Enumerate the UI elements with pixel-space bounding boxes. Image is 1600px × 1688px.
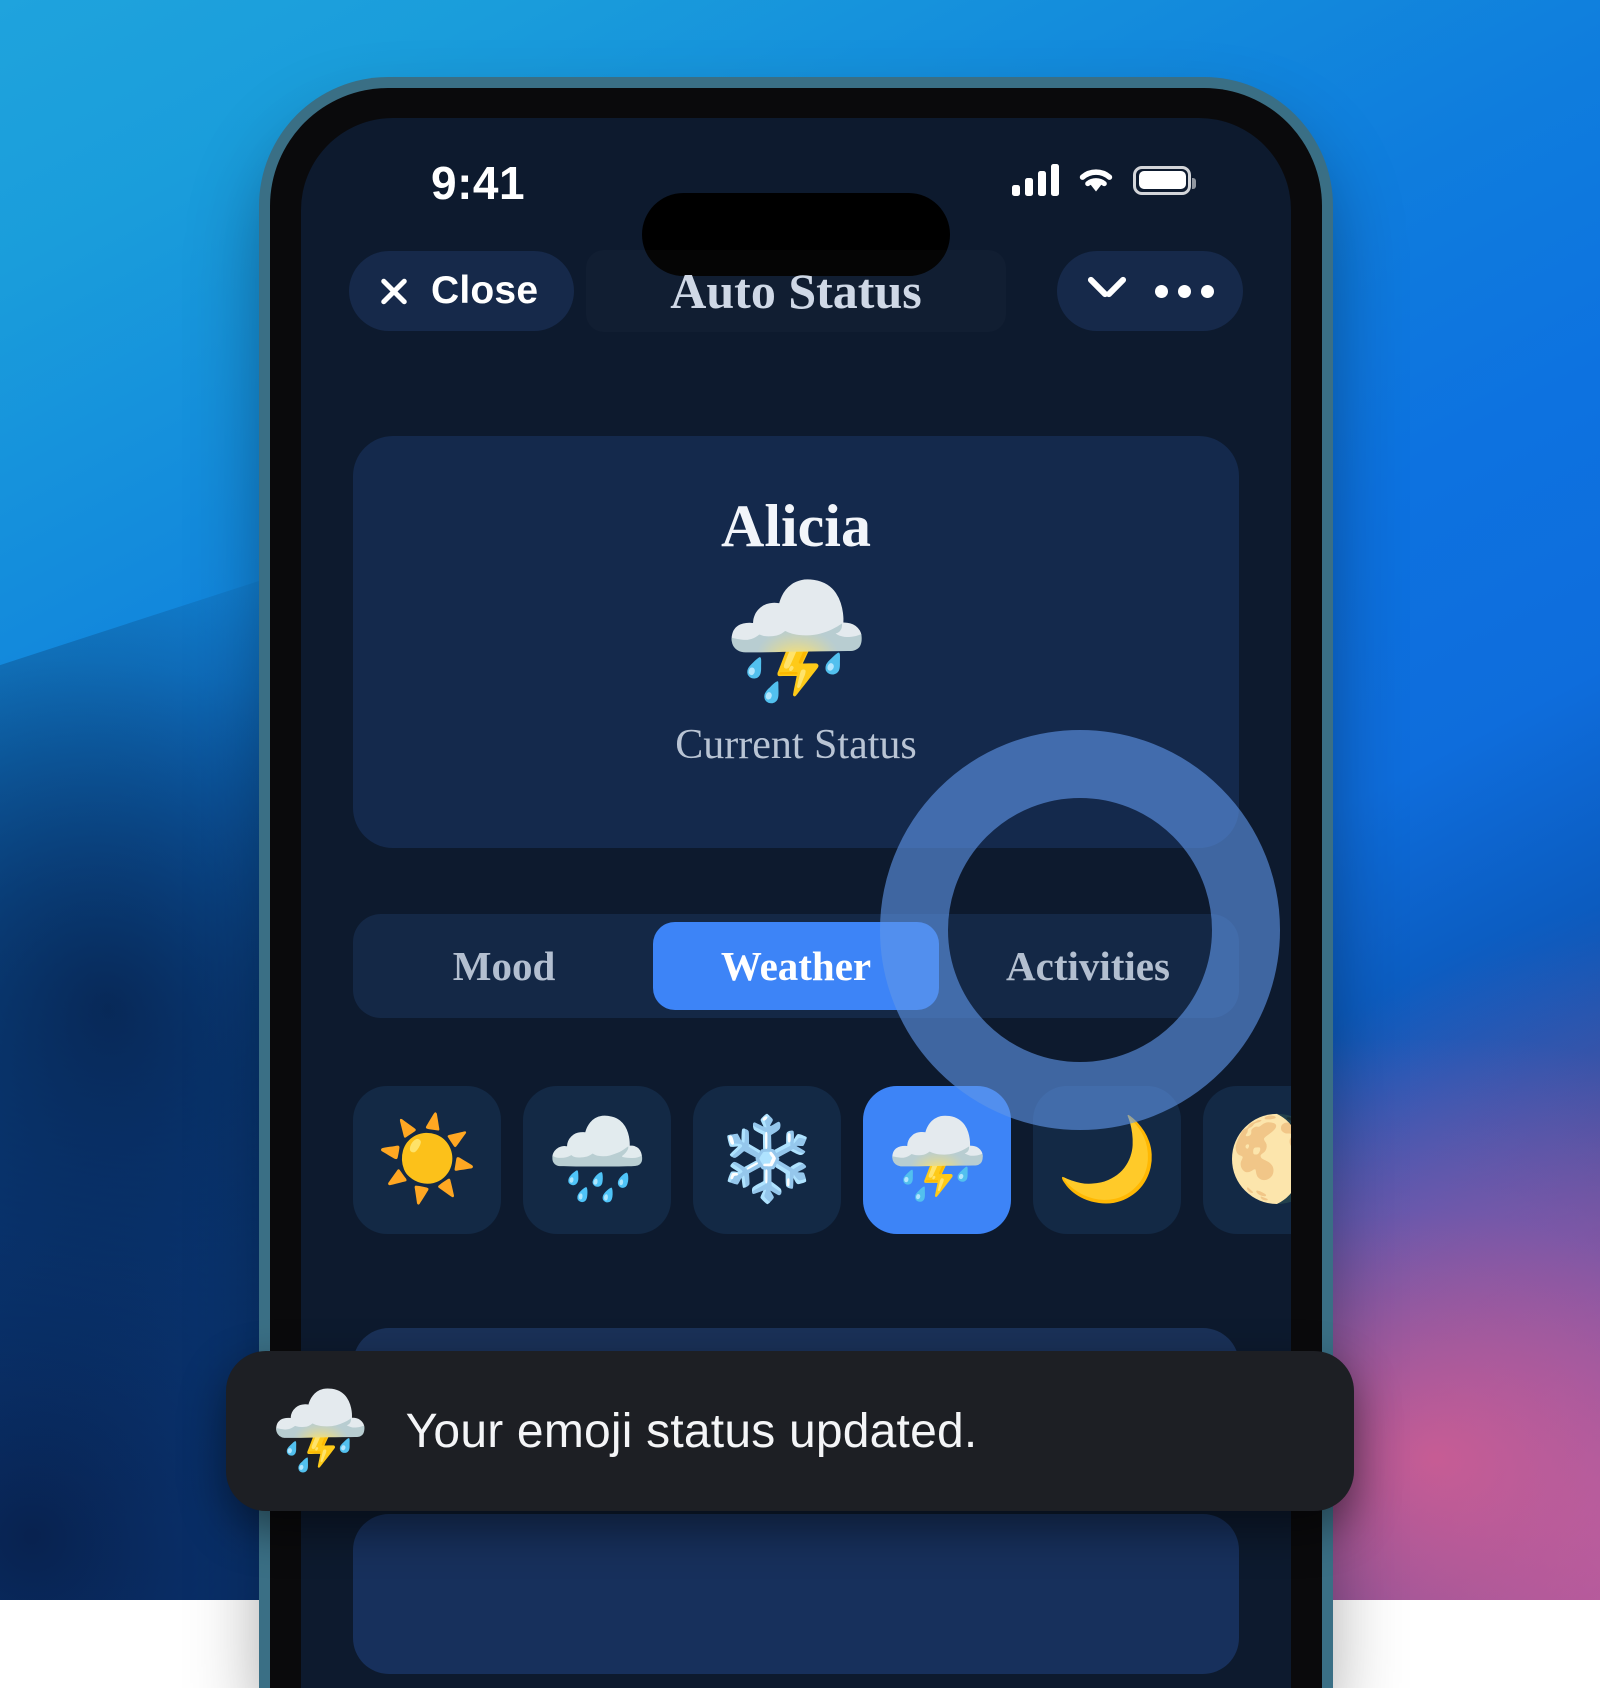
status-caption: Current Status — [675, 722, 917, 768]
close-x-icon — [377, 274, 411, 308]
header-actions-group — [1057, 251, 1243, 331]
emoji-tile-crescent-moon[interactable]: 🌙 — [1033, 1086, 1181, 1234]
close-button[interactable]: Close — [349, 251, 575, 331]
chevron-down-icon[interactable] — [1086, 270, 1128, 312]
more-horizontal-icon[interactable] — [1154, 284, 1214, 298]
cloud-with-lightning-and-rain-emoji: ⛈️ — [722, 576, 870, 708]
battery-icon — [1133, 165, 1196, 195]
emoji-tile-rain[interactable]: 🌧️ — [523, 1086, 671, 1234]
emoji-tile-snowflake[interactable]: ❄️ — [693, 1086, 841, 1234]
status-bar: 9:41 — [301, 118, 1291, 276]
app-header: Close Auto Status — [301, 238, 1291, 348]
toast-notification: ⛈️ Your emoji status updated. — [226, 1351, 1354, 1511]
category-tab-bar: Mood Weather Activities — [353, 914, 1239, 1018]
page-title: Auto Status — [670, 263, 922, 319]
tab-weather[interactable]: Weather — [653, 922, 939, 1010]
toast-message: Your emoji status updated. — [405, 1404, 978, 1458]
cloud-with-lightning-and-rain-emoji: ⛈️ — [270, 1386, 370, 1475]
emoji-picker-row: ☀️ 🌧️ ❄️ ⛈️ 🌙 🌖 — [353, 1086, 1291, 1234]
close-button-label: Close — [431, 269, 539, 312]
lower-card-secondary[interactable] — [353, 1514, 1239, 1674]
emoji-tile-thunderstorm[interactable]: ⛈️ — [863, 1086, 1011, 1234]
status-bar-icons — [1012, 164, 1196, 196]
wifi-icon — [1079, 169, 1113, 192]
emoji-tile-sun[interactable]: ☀️ — [353, 1086, 501, 1234]
tab-activities[interactable]: Activities — [945, 922, 1231, 1010]
user-name: Alicia — [721, 493, 871, 559]
emoji-tile-waning-moon[interactable]: 🌖 — [1203, 1086, 1291, 1234]
tab-mood[interactable]: Mood — [361, 922, 647, 1010]
cellular-signal-icon — [1012, 164, 1059, 196]
status-bar-time: 9:41 — [431, 157, 526, 209]
current-status-card: Alicia ⛈️ Current Status — [353, 436, 1239, 848]
